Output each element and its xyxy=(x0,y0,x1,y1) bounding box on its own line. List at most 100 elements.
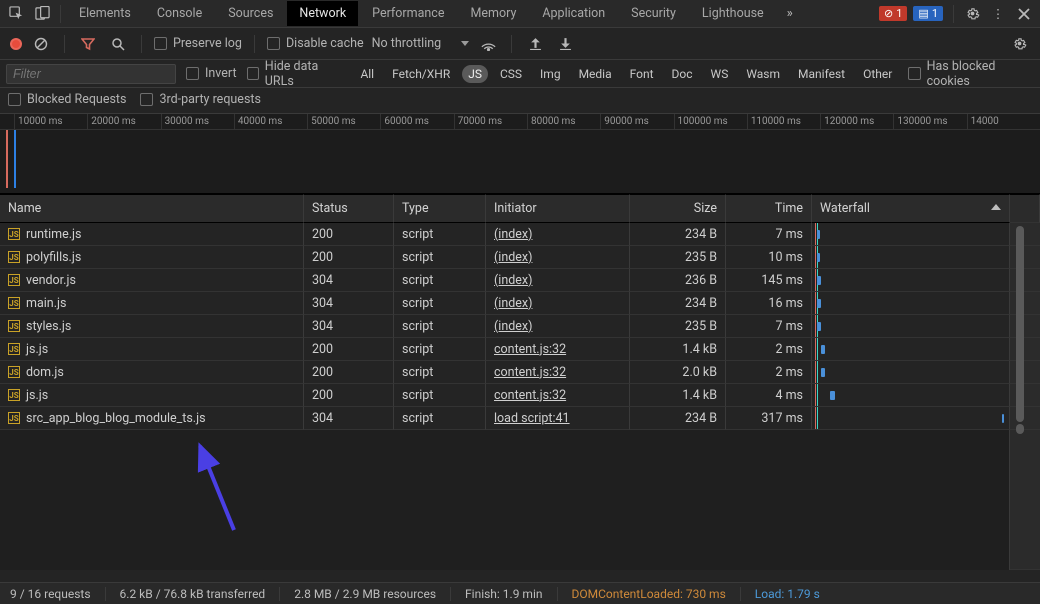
tab-security[interactable]: Security xyxy=(619,1,688,26)
scrollbar-track[interactable] xyxy=(1010,246,1040,269)
request-initiator[interactable]: (index) xyxy=(486,315,630,338)
initiator-link[interactable]: content.js:32 xyxy=(494,388,566,403)
filter-input[interactable] xyxy=(6,64,176,84)
device-toggle-icon[interactable] xyxy=(30,2,54,26)
invert-checkbox[interactable]: Invert xyxy=(186,66,237,81)
timeline-overview[interactable]: 10000 ms20000 ms30000 ms40000 ms50000 ms… xyxy=(0,114,1040,194)
scrollbar-track[interactable] xyxy=(1010,384,1040,407)
tab-application[interactable]: Application xyxy=(530,1,617,26)
request-initiator[interactable]: (index) xyxy=(486,223,630,246)
col-name[interactable]: Name xyxy=(0,194,304,223)
request-name[interactable]: JSruntime.js xyxy=(0,223,304,246)
type-chip-other[interactable]: Other xyxy=(857,65,898,83)
type-chip-manifest[interactable]: Manifest xyxy=(792,65,851,83)
type-chip-all[interactable]: All xyxy=(354,65,380,83)
info-count-badge[interactable]: ▤ 1 xyxy=(913,6,943,21)
col-time[interactable]: Time xyxy=(726,194,812,223)
scrollbar-track[interactable] xyxy=(1010,361,1040,384)
gear-icon[interactable] xyxy=(960,2,984,26)
col-waterfall[interactable]: Waterfall xyxy=(812,194,1010,223)
request-name[interactable]: JSjs.js xyxy=(0,338,304,361)
search-icon[interactable] xyxy=(107,33,129,55)
request-name[interactable]: JSsrc_app_blog_blog_module_ts.js xyxy=(0,407,304,430)
request-initiator[interactable]: load script:41 xyxy=(486,407,630,430)
col-size[interactable]: Size xyxy=(630,194,726,223)
blocked-requests-checkbox[interactable]: Blocked Requests xyxy=(8,92,126,107)
initiator-link[interactable]: content.js:32 xyxy=(494,365,566,380)
scrollbar-track[interactable] xyxy=(1010,269,1040,292)
dcl-marker xyxy=(815,269,816,291)
initiator-link[interactable]: (index) xyxy=(494,273,532,288)
initiator-link[interactable]: content.js:32 xyxy=(494,342,566,357)
tab-elements[interactable]: Elements xyxy=(67,1,143,26)
scrollbar-track[interactable] xyxy=(1010,407,1040,430)
request-name[interactable]: JSmain.js xyxy=(0,292,304,315)
request-initiator[interactable]: content.js:32 xyxy=(486,361,630,384)
tab-network[interactable]: Network xyxy=(287,1,358,26)
network-conditions-icon[interactable] xyxy=(477,33,499,55)
scrollbar-track[interactable] xyxy=(1010,430,1040,570)
upload-icon[interactable] xyxy=(524,33,546,55)
type-chip-img[interactable]: Img xyxy=(534,65,567,83)
initiator-link[interactable]: (index) xyxy=(494,319,532,334)
close-icon[interactable] xyxy=(1012,2,1036,26)
request-initiator[interactable]: (index) xyxy=(486,246,630,269)
request-name[interactable]: JSstyles.js xyxy=(0,315,304,338)
inspect-icon[interactable] xyxy=(4,2,28,26)
type-chip-css[interactable]: CSS xyxy=(494,65,528,83)
download-icon[interactable] xyxy=(554,33,576,55)
scrollbar-track[interactable] xyxy=(1010,223,1040,246)
kebab-menu-icon[interactable]: ⋮ xyxy=(986,2,1010,26)
type-chip-wasm[interactable]: Wasm xyxy=(740,65,786,83)
dcl-marker xyxy=(815,315,816,337)
preserve-log-checkbox[interactable]: Preserve log xyxy=(154,36,242,51)
has-blocked-cookies-checkbox[interactable]: Has blocked cookies xyxy=(908,59,1034,89)
error-count-badge[interactable]: ⊘ 1 xyxy=(879,6,907,21)
network-grid: Name Status Type Initiator Size Time Wat… xyxy=(0,194,1040,570)
tab-memory[interactable]: Memory xyxy=(458,1,528,26)
record-button[interactable] xyxy=(10,38,22,50)
throttling-select[interactable]: No throttling xyxy=(372,36,470,51)
request-name[interactable]: JSdom.js xyxy=(0,361,304,384)
type-chip-ws[interactable]: WS xyxy=(705,65,735,83)
type-chip-font[interactable]: Font xyxy=(624,65,660,83)
request-name[interactable]: JSjs.js xyxy=(0,384,304,407)
scrollbar-thumb[interactable] xyxy=(1016,424,1024,434)
col-initiator[interactable]: Initiator xyxy=(486,194,630,223)
request-size: 1.4 kB xyxy=(630,384,726,407)
tab-console[interactable]: Console xyxy=(145,1,214,26)
tab-performance[interactable]: Performance xyxy=(360,1,456,26)
filter-icon[interactable] xyxy=(77,33,99,55)
col-status[interactable]: Status xyxy=(304,194,394,223)
col-type[interactable]: Type xyxy=(394,194,486,223)
request-initiator[interactable]: (index) xyxy=(486,292,630,315)
request-initiator[interactable]: content.js:32 xyxy=(486,384,630,407)
status-transferred: 6.2 kB / 76.8 kB transferred xyxy=(120,587,266,601)
clear-icon[interactable] xyxy=(30,33,52,55)
initiator-link[interactable]: load script:41 xyxy=(494,411,570,426)
type-chip-doc[interactable]: Doc xyxy=(666,65,699,83)
request-name[interactable]: JSpolyfills.js xyxy=(0,246,304,269)
scrollbar-thumb[interactable] xyxy=(1016,226,1024,422)
type-chip-media[interactable]: Media xyxy=(573,65,618,83)
initiator-link[interactable]: (index) xyxy=(494,227,532,242)
scrollbar-track[interactable] xyxy=(1010,315,1040,338)
request-name[interactable]: JSvendor.js xyxy=(0,269,304,292)
initiator-link[interactable]: (index) xyxy=(494,296,532,311)
settings-gear-icon[interactable] xyxy=(1008,33,1030,55)
chevron-double-right-icon[interactable]: » xyxy=(778,2,802,26)
request-type: script xyxy=(394,246,486,269)
hide-data-urls-checkbox[interactable]: Hide data URLs xyxy=(247,59,345,89)
request-initiator[interactable]: (index) xyxy=(486,269,630,292)
scrollbar-track[interactable] xyxy=(1010,338,1040,361)
request-size: 2.0 kB xyxy=(630,361,726,384)
initiator-link[interactable]: (index) xyxy=(494,250,532,265)
scrollbar-track[interactable] xyxy=(1010,292,1040,315)
tab-lighthouse[interactable]: Lighthouse xyxy=(690,1,776,26)
request-initiator[interactable]: content.js:32 xyxy=(486,338,630,361)
type-chip-fetchxhr[interactable]: Fetch/XHR xyxy=(386,65,456,83)
tab-sources[interactable]: Sources xyxy=(216,1,285,26)
type-chip-js[interactable]: JS xyxy=(462,65,488,83)
third-party-checkbox[interactable]: 3rd-party requests xyxy=(140,92,260,107)
disable-cache-checkbox[interactable]: Disable cache xyxy=(267,36,364,51)
